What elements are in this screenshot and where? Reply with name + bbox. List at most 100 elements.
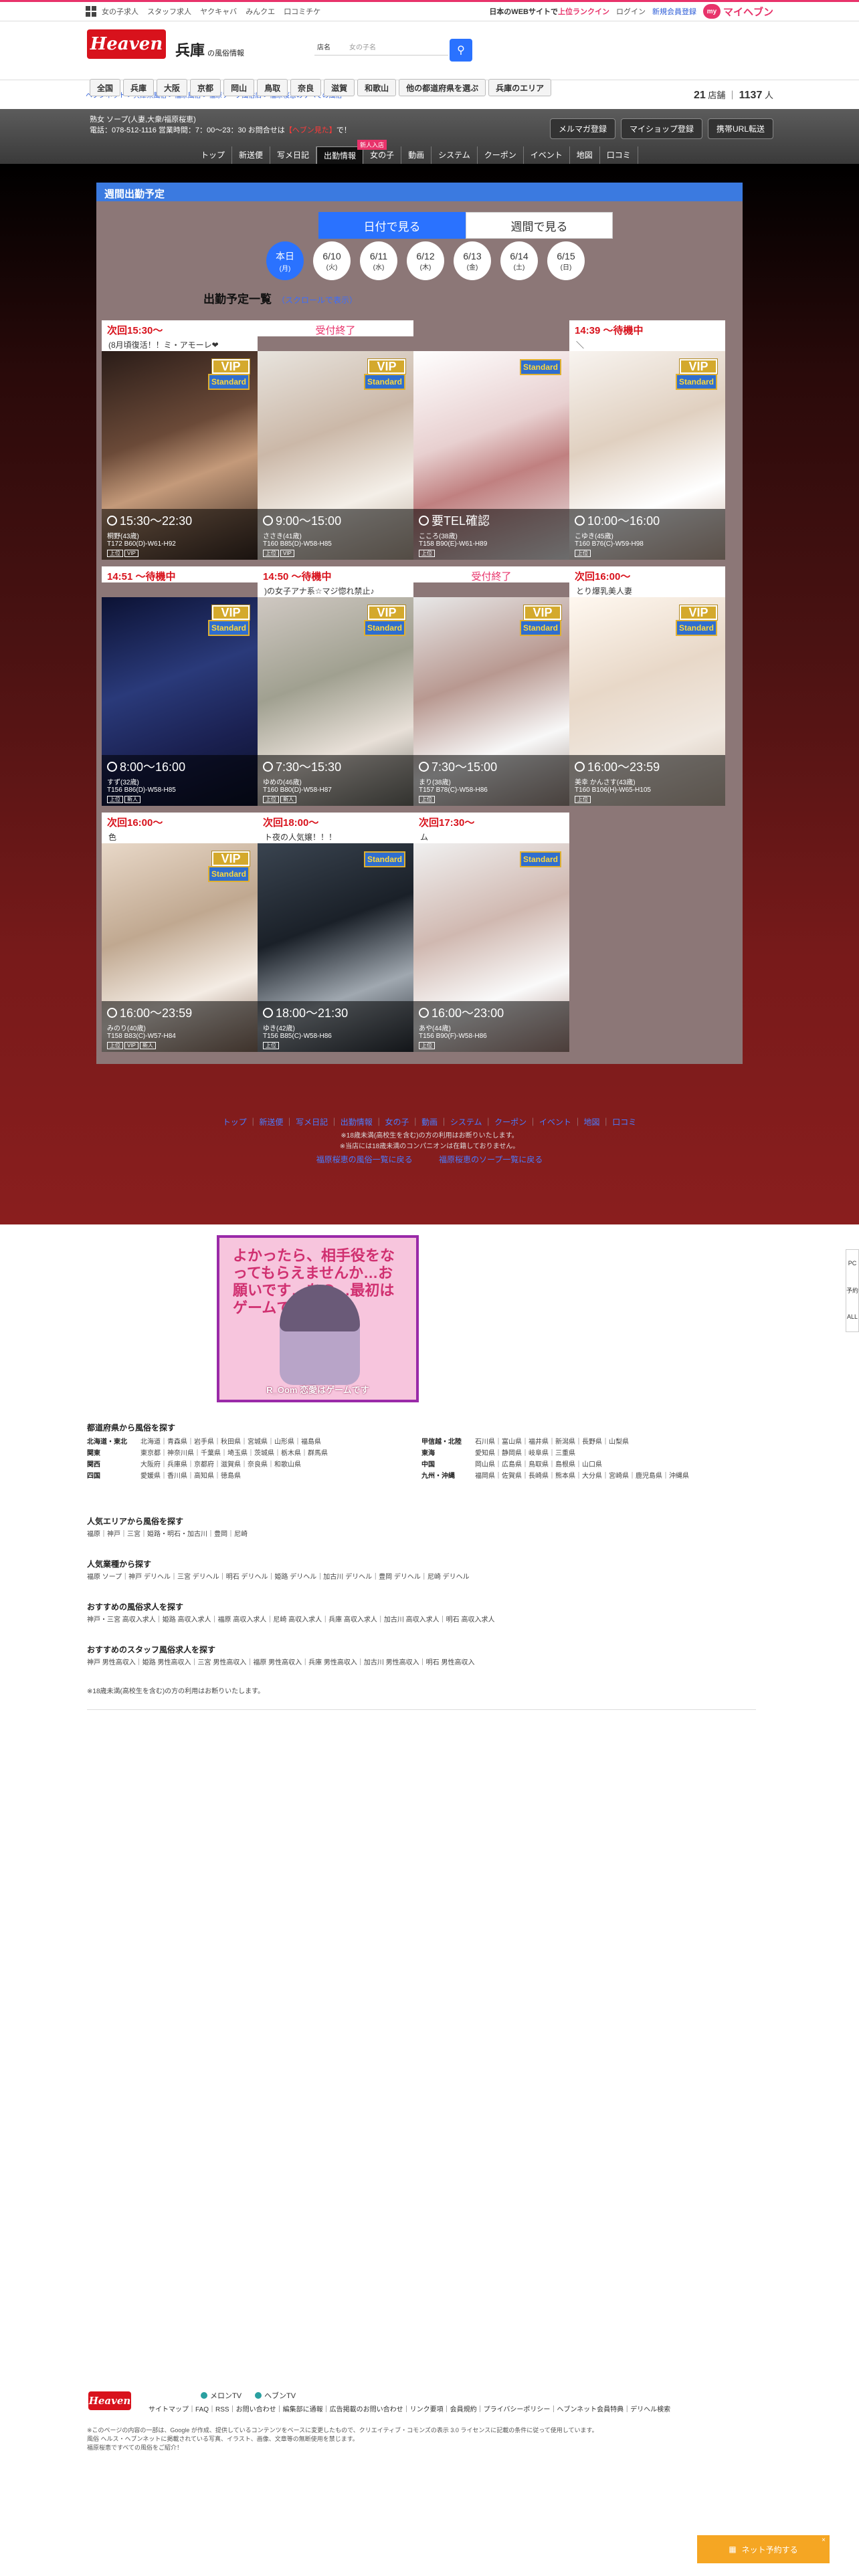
pref-links[interactable]: 東京都｜神奈川県｜千葉県｜埼玉県｜茨城県｜栃木県｜群馬県 <box>140 1447 328 1457</box>
net-reserve-button[interactable]: ▦ ネット予約する × <box>697 2535 830 2563</box>
girl-card[interactable]: 次回17:30〜ム Standard 16:00〜23:00 あや(44歳) T156 … <box>413 813 569 1052</box>
area-tab-kyoto[interactable]: 京都 <box>190 79 221 96</box>
girl-card[interactable]: 次回15:30〜 (8月頃復活！！ミ・アモーレ❤ VIP Standard 15:30〜… <box>102 320 258 560</box>
girl-card[interactable]: 受付終了 VIP Standard 7:30〜15:00 まり(38歳) T157 B78… <box>413 566 569 806</box>
girl-card[interactable]: 14:39 〜待機中 ＼ VIP Standard 10:00〜16:00 こゆき(45歳… <box>569 320 725 560</box>
my-heaven-button[interactable]: my マイヘブン <box>702 4 773 19</box>
card-message: ム <box>413 829 569 843</box>
pref-links[interactable]: 岡山県｜広島県｜鳥取県｜島根県｜山口県 <box>475 1459 602 1469</box>
side-tab-reserve[interactable]: 予約 <box>846 1277 858 1303</box>
girl-card[interactable]: 14:50 〜待機中)の女子アナ系☆マジ惚れ禁止♪ VIP Standard 7:30… <box>258 566 413 806</box>
register-link[interactable]: 新規会員登録 <box>652 6 696 17</box>
area-tab-wakayama[interactable]: 和歌山 <box>357 79 397 96</box>
shop-nav-news[interactable]: 新送便 <box>232 146 271 165</box>
side-tab-all[interactable]: ALL <box>846 1303 858 1330</box>
area-tab-osaka[interactable]: 大阪 <box>157 79 188 96</box>
heaven-tv-link[interactable]: ヘブンTV <box>255 2390 296 2401</box>
girl-card[interactable]: 次回18:00〜 ト夜の人気嬢！！！ Standard 18:00〜21:30 ゆき(4… <box>258 813 413 1052</box>
age-note: ※18歳未満(高校生を含む)の方の利用はお断りいたします。 <box>87 1688 265 1695</box>
topbar-link-staff-jobs[interactable]: スタッフ求人 <box>147 8 191 16</box>
myshop-register-button[interactable]: マイショップ登録 <box>620 118 702 139</box>
footer-nav-link[interactable]: クーポン <box>494 1117 527 1127</box>
side-tab-pc[interactable]: PC <box>846 1250 858 1277</box>
footer-nav-link[interactable]: 写メ日記 <box>296 1117 328 1127</box>
card-info: 18:00〜21:30 ゆき(42歳) T156 B85(C)-W58-H86 上位 <box>258 1001 413 1052</box>
topbar-link-yakukyaba[interactable]: ヤクキャバ <box>200 8 237 16</box>
pref-links[interactable]: 北海道｜青森県｜岩手県｜秋田県｜宮城県｜山形県｜福島県 <box>140 1436 321 1446</box>
close-icon[interactable]: × <box>822 2537 826 2544</box>
shop-nav-review[interactable]: 口コミ <box>600 146 638 165</box>
footer-nav-link[interactable]: 地図 <box>584 1117 600 1127</box>
recommended-job-links[interactable]: 神戸・三宮 高収入求人｜姫路 高収入求人｜福原 高収入求人｜尼崎 高収入求人｜兵… <box>87 1615 756 1625</box>
area-tab-hyogo-area[interactable]: 兵庫のエリア <box>488 79 552 96</box>
day-today[interactable]: 本日 (月) <box>266 241 304 280</box>
day-6-11[interactable]: 6/11 (水) <box>360 241 397 280</box>
footer-nav-link[interactable]: イベント <box>539 1117 571 1127</box>
shop-nav-diary[interactable]: 写メ日記 <box>270 146 317 165</box>
day-6-10[interactable]: 6/10 (火) <box>313 241 351 280</box>
girl-card[interactable]: 受付終了 VIP Standard 9:00〜15:00 ささき(41歳) T160 B8… <box>258 320 413 560</box>
girl-card[interactable]: 次回16:00〜色 VIP Standard 16:00〜23:59 みのり(40歳) T… <box>102 813 258 1052</box>
girl-card[interactable]: 次回16:00〜 とり爆乳美人妻 VIP Standard 16:00〜23:59 美幸 … <box>569 566 725 806</box>
heaven-logo[interactable]: Heaven <box>87 29 166 59</box>
tag-badge: 新人 <box>124 796 140 803</box>
footer-nav-link[interactable]: 女の子 <box>385 1117 409 1127</box>
apps-grid-icon[interactable] <box>86 6 96 17</box>
area-tab-all[interactable]: 全国 <box>90 79 121 96</box>
shop-nav-top[interactable]: トップ <box>194 146 233 165</box>
search-icon[interactable]: ⚲ <box>450 39 472 62</box>
pref-links[interactable]: 愛知県｜静岡県｜岐阜県｜三重県 <box>475 1447 575 1457</box>
footer-logo[interactable]: Heaven <box>88 2391 131 2410</box>
girl-card[interactable]: Standard 要TEL確認 こころ(38歳) T158 B90(E)-W61-H8… <box>413 320 569 560</box>
area-tab-other[interactable]: 他の都道府県を選ぶ <box>399 79 486 96</box>
staff-job-links[interactable]: 神戸 男性高収入｜姫路 男性高収入｜三宮 男性高収入｜福原 男性高収入｜兵庫 男… <box>87 1658 756 1668</box>
back-to-area-list[interactable]: 福原桜恵の風俗一覧に戻る <box>316 1155 413 1164</box>
melon-tv-link[interactable]: メロンTV <box>201 2390 242 2401</box>
topbar-link-girls-jobs[interactable]: 女の子求人 <box>102 8 138 16</box>
tab-by-week[interactable]: 週間で見る <box>466 212 613 239</box>
day-6-13[interactable]: 6/13 (金) <box>454 241 491 280</box>
footer-nav-link[interactable]: トップ <box>223 1117 247 1127</box>
footer-nav-link[interactable]: 動画 <box>421 1117 438 1127</box>
tab-by-date[interactable]: 日付で見る <box>318 212 466 239</box>
rank-badges: VIP Standard <box>517 605 562 636</box>
popular-area-links[interactable]: 福原｜神戸｜三宮｜姫路・明石・加古川｜豊岡｜尼崎 <box>87 1529 756 1539</box>
search-input[interactable]: 女の子名 <box>349 41 376 51</box>
back-to-soap-list[interactable]: 福原桜恵のソープ一覧に戻る <box>439 1155 543 1164</box>
shop-nav-event[interactable]: イベント <box>524 146 570 165</box>
shop-nav-schedule[interactable]: 出勤情報 <box>316 146 364 165</box>
footer-nav-link[interactable]: システム <box>450 1117 482 1127</box>
footer-nav-link[interactable]: 口コミ <box>612 1117 636 1127</box>
topbar-link-review-ticket[interactable]: 口コミチケ <box>284 8 320 16</box>
shop-nav-map[interactable]: 地図 <box>570 146 600 165</box>
area-tab-okayama[interactable]: 岡山 <box>223 79 255 96</box>
day-6-12[interactable]: 6/12 (木) <box>407 241 444 280</box>
pref-links[interactable]: 大阪府｜兵庫県｜京都府｜滋賀県｜奈良県｜和歌山県 <box>140 1459 301 1469</box>
card-status: 受付終了 <box>413 566 569 582</box>
pref-links[interactable]: 愛媛県｜香川県｜高知県｜徳島県 <box>140 1470 241 1480</box>
pref-links[interactable]: 福岡県｜佐賀県｜長崎県｜熊本県｜大分県｜宮崎県｜鹿児島県｜沖縄県 <box>475 1470 689 1480</box>
pref-links[interactable]: 石川県｜富山県｜福井県｜新潟県｜長野県｜山梨県 <box>475 1436 629 1446</box>
card-info: 7:30〜15:00 まり(38歳) T157 B78(C)-W58-H86 上位 <box>413 755 569 806</box>
day-6-14[interactable]: 6/14 (土) <box>500 241 538 280</box>
mobile-url-button[interactable]: 携帯URL転送 <box>707 118 773 139</box>
shop-nav-coupon[interactable]: クーポン <box>478 146 524 165</box>
area-tab-nara[interactable]: 奈良 <box>290 79 322 96</box>
topbar-link-minkue[interactable]: みんクエ <box>246 8 275 16</box>
pref-row: 東海 愛知県｜静岡県｜岐阜県｜三重県 <box>421 1447 756 1457</box>
mail-magazine-button[interactable]: メルマガ登録 <box>549 118 615 139</box>
shop-nav-system[interactable]: システム <box>432 146 478 165</box>
card-status: 次回16:00〜 <box>102 813 258 829</box>
footer-nav-link[interactable]: 出勤情報 <box>341 1117 373 1127</box>
area-tab-tottori[interactable]: 鳥取 <box>257 79 288 96</box>
girl-card[interactable]: 14:51 〜待機中 VIP Standard 8:00〜16:00 すず(32歳) T1… <box>102 566 258 806</box>
footer-nav[interactable]: サイトマップ｜FAQ｜RSS｜お問い合わせ｜編集部に通報｜広告掲載のお問い合わせ… <box>149 2403 670 2413</box>
day-6-15[interactable]: 6/15 (日) <box>547 241 585 280</box>
popular-type-links[interactable]: 福原 ソープ｜神戸 デリヘル｜三宮 デリヘル｜明石 デリヘル｜姫路 デリヘル｜加… <box>87 1572 756 1582</box>
game-ad-banner[interactable]: よかったら、相手役をなってもらえませんか…お願いです…あの…最初はゲームです R… <box>217 1235 419 1402</box>
footer-nav-link[interactable]: 新送便 <box>259 1117 283 1127</box>
area-tab-shiga[interactable]: 滋賀 <box>324 79 355 96</box>
area-tab-hyogo[interactable]: 兵庫 <box>123 79 155 96</box>
shop-nav-video[interactable]: 動画 <box>401 146 432 165</box>
login-link[interactable]: ログイン <box>616 6 646 17</box>
